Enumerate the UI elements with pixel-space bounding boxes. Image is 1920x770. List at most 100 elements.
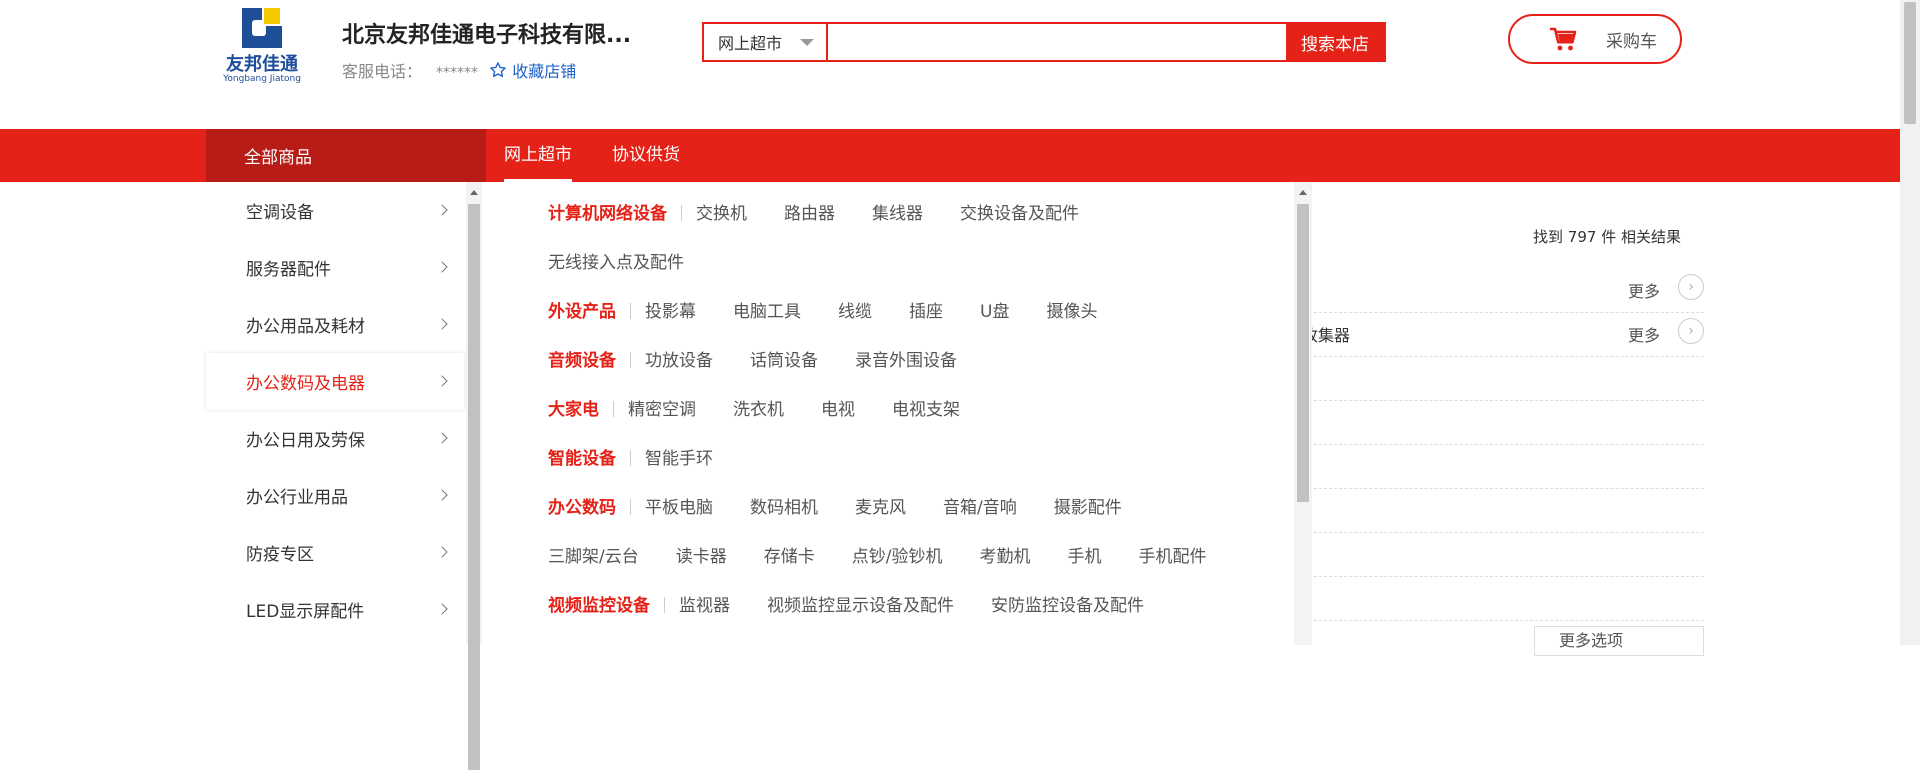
subcategory-dropdown: 计算机网络设备 交换机 路由器 集线器 交换设备及配件 无线接入点及配件 外设产品 投影幕… <box>486 182 1312 645</box>
subcategory-link[interactable]: 洗衣机 <box>733 400 784 420</box>
scroll-up-arrow-icon[interactable] <box>470 190 478 195</box>
category-label: 防疫专区 <box>246 545 314 565</box>
subcategory-head[interactable]: 音频设备 <box>548 351 616 371</box>
subcategory-head[interactable]: 计算机网络设备 <box>548 204 667 224</box>
subcategory-link[interactable]: 安防监控设备及配件 <box>991 596 1144 616</box>
subcategory-group: 无线接入点及配件 <box>548 248 721 278</box>
chevron-right-icon[interactable]: › <box>1678 318 1704 344</box>
filter-row <box>1314 576 1704 621</box>
subcategory-link[interactable]: 集线器 <box>872 204 923 224</box>
subcategory-head[interactable]: 智能设备 <box>548 449 616 469</box>
dropdown-scrollbar[interactable] <box>1294 182 1312 645</box>
shop-name: 北京友邦佳通电子科技有限... <box>342 23 632 48</box>
category-scrollbar[interactable] <box>466 182 482 770</box>
category-list: 空调设备 服务器配件 办公用品及耗材 办公数码及电器 办公日用及劳保 办公行业用… <box>206 182 464 645</box>
subcategory-head[interactable]: 外设产品 <box>548 302 616 322</box>
subcategory-link[interactable]: 智能手环 <box>645 449 713 469</box>
category-item[interactable]: 办公行业用品 <box>206 467 464 524</box>
chevron-right-icon <box>436 489 448 501</box>
subcategory-group: 智能设备 智能手环 <box>548 444 750 474</box>
star-outline-icon <box>490 62 506 78</box>
subcategory-group: 计算机网络设备 交换机 路由器 集线器 交换设备及配件 <box>548 199 1116 229</box>
category-label: 服务器配件 <box>246 260 331 280</box>
subcategory-link[interactable]: 考勤机 <box>979 547 1030 567</box>
logo-cn-text: 友邦佳通 <box>226 54 298 75</box>
cart-button[interactable]: 采购车 <box>1508 14 1682 64</box>
subcategory-link[interactable]: 路由器 <box>784 204 835 224</box>
chevron-right-icon <box>436 204 448 216</box>
tab-agreement-supply[interactable]: 协议供货 <box>612 129 680 182</box>
category-item[interactable]: 办公日用及劳保 <box>206 410 464 467</box>
category-item[interactable]: 办公用品及耗材 <box>206 296 464 353</box>
tab-online-market[interactable]: 网上超市 <box>504 129 572 182</box>
favorite-shop-link[interactable]: 收藏店铺 <box>489 62 576 81</box>
subcategory-head[interactable]: 视频监控设备 <box>548 596 650 616</box>
divider <box>613 401 614 417</box>
subcategory-link[interactable]: 插座 <box>909 302 943 322</box>
subcategory-link[interactable]: 电视 <box>821 400 855 420</box>
category-item[interactable]: LED显示屏配件 <box>206 581 464 638</box>
subcategory-link[interactable]: 摄像头 <box>1046 302 1097 322</box>
search-category-select[interactable]: 网上超市 <box>704 24 828 60</box>
subcategory-link[interactable]: 手机 <box>1067 547 1101 567</box>
filter-row <box>1314 532 1704 577</box>
category-label: 办公数码及电器 <box>246 374 365 394</box>
scrollbar-thumb[interactable] <box>468 204 480 770</box>
chevron-right-icon <box>436 261 448 273</box>
subcategory-link[interactable]: 三脚架/云台 <box>548 547 639 567</box>
subcategory-link[interactable]: 录音外围设备 <box>855 351 957 371</box>
search-shop-button[interactable]: 搜索本店 <box>1286 24 1384 60</box>
scrollbar-thumb[interactable] <box>1297 204 1309 502</box>
subcategory-link[interactable]: 音箱/音响 <box>943 498 1017 518</box>
subcategory-link[interactable]: 手机配件 <box>1138 547 1206 567</box>
subcategory-link[interactable]: 无线接入点及配件 <box>548 253 684 273</box>
service-row: 客服电话： ****** 收藏店铺 <box>342 58 576 82</box>
category-label: LED显示屏配件 <box>246 602 365 622</box>
all-goods-button[interactable]: 全部商品 <box>206 129 486 182</box>
subcategory-link[interactable]: 麦克风 <box>855 498 906 518</box>
subcategory-group: 三脚架/云台 读卡器 存储卡 点钞/验钞机 考勤机 手机 手机配件 <box>548 542 1243 572</box>
caret-down-icon <box>800 39 814 46</box>
category-item[interactable]: 防疫专区 <box>206 524 464 581</box>
subcategory-link[interactable]: 数码相机 <box>750 498 818 518</box>
subcategory-link[interactable]: 点钞/验钞机 <box>852 547 943 567</box>
results-suffix: 件 相关结果 <box>1601 228 1681 246</box>
more-options-button[interactable]: 更多选项 <box>1534 626 1704 656</box>
subcategory-link[interactable]: 存储卡 <box>764 547 815 567</box>
subcategory-group: 外设产品 投影幕 电脑工具 线缆 插座 U盘 摄像头 <box>548 297 1134 327</box>
subcategory-link[interactable]: 视频监控显示设备及配件 <box>767 596 954 616</box>
search-input[interactable] <box>828 24 1286 60</box>
category-item[interactable]: 服务器配件 <box>206 239 464 296</box>
subcategory-link[interactable]: 精密空调 <box>628 400 696 420</box>
subcategory-link[interactable]: 话筒设备 <box>750 351 818 371</box>
page-scrollbar[interactable] <box>1900 0 1920 645</box>
service-phone: ****** <box>436 65 479 81</box>
category-label: 办公日用及劳保 <box>246 431 365 451</box>
chevron-right-icon <box>436 375 448 387</box>
subcategory-link[interactable]: 读卡器 <box>676 547 727 567</box>
subcategory-link[interactable]: 监视器 <box>679 596 730 616</box>
shop-logo[interactable]: 友邦佳通 Yongbang Jiatong <box>222 6 302 88</box>
subcategory-head[interactable]: 大家电 <box>548 400 599 420</box>
subcategory-link[interactable]: 投影幕 <box>645 302 696 322</box>
more-link[interactable]: 更多 <box>1628 278 1660 302</box>
filter-row: 更多 › <box>1314 268 1704 313</box>
subcategory-link[interactable]: 电脑工具 <box>733 302 801 322</box>
subcategory-link[interactable]: 交换机 <box>696 204 747 224</box>
subcategory-link[interactable]: 平板电脑 <box>645 498 713 518</box>
scrollbar-thumb[interactable] <box>1904 2 1916 124</box>
subcategory-link[interactable]: U盘 <box>980 302 1009 322</box>
results-prefix: 找到 <box>1533 228 1564 246</box>
chevron-right-icon[interactable]: › <box>1678 274 1704 300</box>
category-item[interactable]: 空调设备 <box>206 182 464 239</box>
subcategory-link[interactable]: 功放设备 <box>645 351 713 371</box>
subcategory-head[interactable]: 办公数码 <box>548 498 616 518</box>
filter-row <box>1314 356 1704 401</box>
subcategory-link[interactable]: 摄影配件 <box>1054 498 1122 518</box>
scroll-up-arrow-icon[interactable] <box>1299 190 1307 195</box>
subcategory-link[interactable]: 线缆 <box>838 302 872 322</box>
subcategory-link[interactable]: 交换设备及配件 <box>960 204 1079 224</box>
subcategory-link[interactable]: 电视支架 <box>892 400 960 420</box>
more-link[interactable]: 更多 <box>1628 322 1660 346</box>
category-item-active[interactable]: 办公数码及电器 <box>206 353 464 410</box>
